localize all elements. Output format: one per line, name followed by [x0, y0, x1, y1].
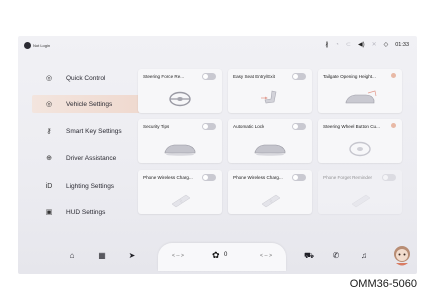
- setting-card-phone-forget[interactable]: Phone Forget Reminder: [318, 170, 402, 214]
- menu-item-lighting-settings[interactable]: iD Lighting Settings: [32, 177, 140, 195]
- status-dot: [391, 73, 396, 78]
- toggle-switch[interactable]: [292, 73, 306, 80]
- menu-item-label: Driver Assistance: [66, 154, 117, 162]
- seat-icon: [261, 90, 277, 104]
- card-title: Phone Forget Reminder: [323, 175, 373, 180]
- phone-icon: [351, 194, 371, 208]
- assistant-avatar-icon[interactable]: [391, 244, 413, 268]
- fan-icon[interactable]: ✿: [212, 250, 220, 261]
- setting-card-steering-force[interactable]: Steering Force Re...: [138, 69, 222, 113]
- steering-wheel-icon: [349, 141, 371, 157]
- card-title: Tailgate Opening Height...: [323, 74, 376, 79]
- menu-item-vehicle-settings[interactable]: ◎ Vehicle Settings: [32, 95, 140, 113]
- toggle-switch[interactable]: [202, 73, 216, 80]
- login-label: Not Login: [33, 43, 51, 48]
- fan-speed-value: 0: [224, 252, 228, 258]
- signal-icon: ◔: [335, 41, 339, 48]
- toggle-switch[interactable]: [292, 174, 306, 181]
- infotainment-screen: Not Login ∦ ◔ ⊂ ◀) ✕ ◇ 01:33 ◎ Quick Con…: [18, 36, 417, 274]
- setting-card-tailgate-height[interactable]: Tailgate Opening Height...: [318, 69, 402, 113]
- lighting-icon: iD: [45, 182, 53, 190]
- card-title: Phone Wireless Charg...: [233, 175, 283, 180]
- status-icons: ∦ ◔ ⊂ ◀) ✕ ◇ 01:33: [325, 41, 409, 49]
- navigation-icon: ◇: [383, 42, 389, 48]
- status-bar: Not Login ∦ ◔ ⊂ ◀) ✕ ◇ 01:33: [18, 36, 417, 56]
- car-tailgate-icon: [345, 90, 377, 104]
- menu-item-quick-control[interactable]: ◎ Quick Control: [32, 69, 140, 87]
- climate-control: < -- > ✿ 0 < -- >: [158, 243, 286, 271]
- menu-item-label: Lighting Settings: [66, 182, 115, 190]
- mute-icon: ✕: [371, 42, 377, 48]
- phone-charging-icon: [261, 194, 281, 208]
- home-icon[interactable]: ⌂: [66, 251, 78, 260]
- car-icon: [164, 144, 196, 156]
- bluetooth-icon: ∦: [325, 42, 329, 48]
- card-title: Easy Seat Entry/Exit: [233, 74, 275, 79]
- apps-grid-icon[interactable]: ▦: [96, 251, 108, 260]
- bottom-dock: ⌂ ▦ ➤ < -- > ✿ 0 < -- > ⛟ ✆ ♫: [18, 238, 417, 274]
- wifi-icon: ⊂: [345, 42, 351, 48]
- menu-item-label: Vehicle Settings: [66, 100, 113, 108]
- car-icon: [254, 144, 286, 156]
- profile-icon: [24, 42, 31, 49]
- card-title: Steering Wheel Button Cu...: [323, 124, 380, 129]
- card-title: Phone Wireless Charg...: [143, 175, 193, 180]
- clock: 01:33: [395, 41, 409, 48]
- profile-button[interactable]: Not Login: [24, 42, 50, 49]
- driver-assist-icon: ⊕: [46, 155, 52, 162]
- menu-item-label: Quick Control: [66, 74, 106, 82]
- vehicle-settings-icon: ◎: [45, 101, 53, 108]
- figure-code: OMM36-5060: [349, 278, 417, 290]
- volume-icon: ◀): [357, 42, 365, 48]
- status-dot: [391, 123, 396, 128]
- setting-card-steering-button[interactable]: Steering Wheel Button Cu...: [318, 119, 402, 163]
- setting-card-phone-charging-1[interactable]: Phone Wireless Charg...: [138, 170, 222, 214]
- key-icon: ⚷: [46, 128, 52, 135]
- toggle-switch[interactable]: [382, 174, 396, 181]
- menu-item-label: HUD Settings: [66, 208, 106, 216]
- phone-icon[interactable]: ✆: [330, 251, 342, 260]
- left-temperature-control[interactable]: < -- >: [172, 253, 184, 259]
- steering-wheel-icon: [169, 91, 191, 107]
- menu-item-smart-key-settings[interactable]: ⚷ Smart Key Settings: [32, 122, 140, 140]
- toggle-switch[interactable]: [202, 174, 216, 181]
- card-title: Security Tips: [143, 124, 170, 129]
- music-icon[interactable]: ♫: [358, 251, 370, 260]
- menu-item-label: Smart Key Settings: [66, 127, 122, 135]
- navigation-arrow-icon[interactable]: ➤: [126, 251, 138, 260]
- car-icon[interactable]: ⛟: [303, 251, 315, 261]
- setting-card-security-tips[interactable]: Security Tips: [138, 119, 222, 163]
- phone-charging-icon: [171, 194, 191, 208]
- setting-card-easy-seat[interactable]: Easy Seat Entry/Exit: [228, 69, 312, 113]
- menu-item-hud-settings[interactable]: ▣ HUD Settings: [32, 203, 140, 221]
- toggle-switch[interactable]: [202, 123, 216, 130]
- right-temperature-control[interactable]: < -- >: [260, 253, 272, 259]
- card-title: Steering Force Re...: [143, 74, 185, 79]
- menu-item-driver-assistance[interactable]: ⊕ Driver Assistance: [32, 149, 140, 167]
- setting-card-automatic-lock[interactable]: Automatic Lock: [228, 119, 312, 163]
- hud-icon: ▣: [45, 209, 53, 216]
- setting-card-phone-charging-2[interactable]: Phone Wireless Charg...: [228, 170, 312, 214]
- toggle-switch[interactable]: [292, 123, 306, 130]
- quick-control-icon: ◎: [45, 75, 53, 82]
- card-title: Automatic Lock: [233, 124, 265, 129]
